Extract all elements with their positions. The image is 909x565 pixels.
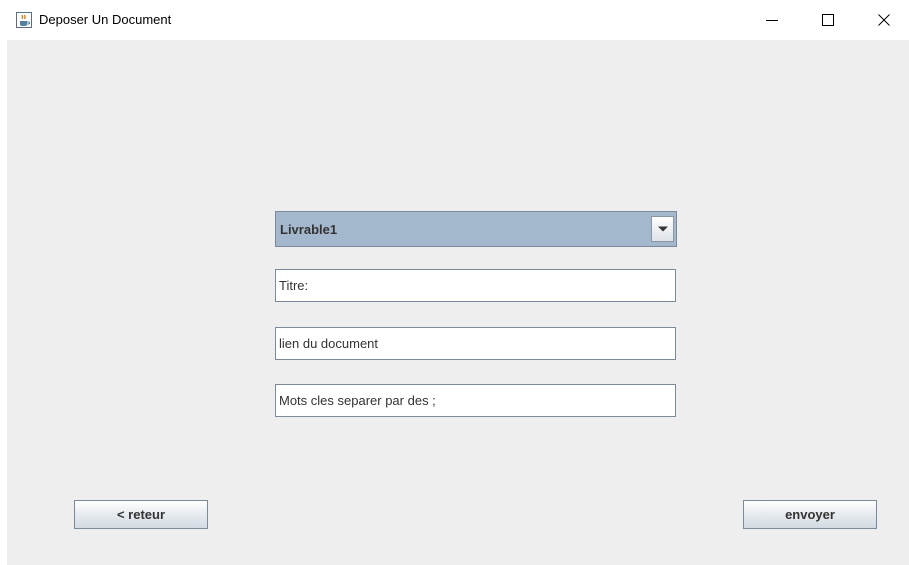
- maximize-button[interactable]: [805, 0, 851, 40]
- minimize-icon: [766, 20, 778, 21]
- combo-arrow-button[interactable]: [651, 216, 674, 242]
- retour-button[interactable]: < reteur: [74, 500, 208, 529]
- content-panel: [7, 40, 909, 565]
- lien-document-field[interactable]: [275, 327, 676, 360]
- titre-field[interactable]: [275, 269, 676, 302]
- title-bar: Deposer Un Document: [0, 0, 909, 40]
- livrable-select[interactable]: Livrable1: [275, 211, 677, 247]
- envoyer-button[interactable]: envoyer: [743, 500, 877, 529]
- java-cup-icon: [16, 12, 32, 28]
- close-button[interactable]: [861, 0, 907, 40]
- mots-cles-field[interactable]: [275, 384, 676, 417]
- window-title: Deposer Un Document: [39, 12, 172, 27]
- maximize-icon: [822, 14, 834, 26]
- chevron-down-icon: [657, 226, 668, 232]
- livrable-select-value: Livrable1: [280, 222, 338, 237]
- minimize-button[interactable]: [749, 0, 795, 40]
- close-icon: [878, 14, 890, 26]
